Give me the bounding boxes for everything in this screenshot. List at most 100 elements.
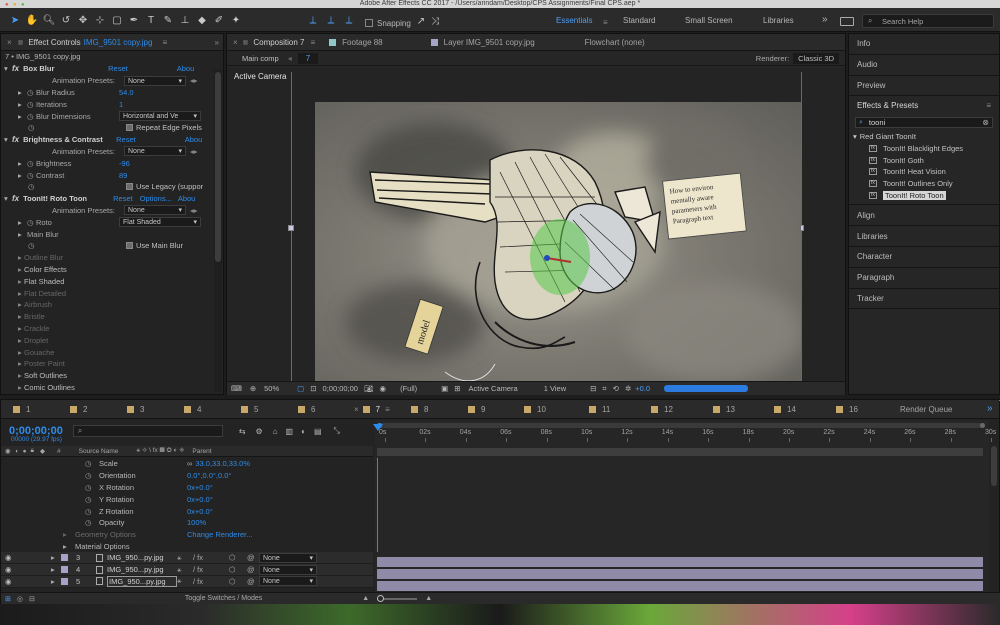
zoom-in-icon[interactable]: ▲: [425, 595, 432, 602]
effect-controls-tab[interactable]: × ▦ Effect Controls IMG_9501 copy.jpg ≡ …: [1, 34, 223, 51]
eraser-tool-icon[interactable]: ◆: [195, 13, 209, 27]
parent-pickwhip-icon[interactable]: @: [247, 577, 259, 586]
layer-search-input[interactable]: ⌕: [72, 425, 223, 437]
comp-frame[interactable]: How to environ mentally aware parameters…: [315, 102, 801, 382]
show-channel-icon[interactable]: ◉: [380, 384, 387, 393]
shy-layers-icon[interactable]: ⌂: [273, 427, 278, 436]
panel-item-tracker[interactable]: Tracker: [849, 289, 999, 310]
parent-header[interactable]: Parent: [192, 448, 211, 455]
eye-icon[interactable]: ◉: [5, 577, 19, 586]
motion-blur-toggle-icon[interactable]: ◐: [301, 427, 306, 436]
more-tabs-icon[interactable]: »: [987, 403, 993, 414]
disclosure-closed-icon[interactable]: ▸: [18, 230, 27, 239]
effect-preset-item[interactable]: fx ToonIt! Outlines Only: [849, 178, 999, 190]
roto-brush-tool-icon[interactable]: ✐: [212, 13, 226, 27]
disclosure-open-icon[interactable]: ▾: [4, 135, 12, 144]
close-tab-icon[interactable]: ×: [354, 405, 359, 414]
transform-property-value[interactable]: 0x+0.0°: [187, 495, 213, 504]
3d-layer-icon[interactable]: ⬡: [229, 577, 247, 586]
workspace-standard[interactable]: Standard: [623, 16, 655, 25]
pan-behind-tool-icon[interactable]: ⊹: [93, 13, 107, 27]
label-color-icon[interactable]: [61, 577, 68, 585]
timeline-tab-3[interactable]: 3: [127, 405, 144, 414]
stopwatch-icon[interactable]: ◷: [28, 182, 126, 191]
layer-name[interactable]: IMG_950...py.jpg: [107, 553, 177, 562]
fx-icon[interactable]: fx: [12, 135, 19, 144]
timeline-tab-14[interactable]: 14: [774, 405, 796, 414]
effect-subgroup[interactable]: ▸ Airbrush: [4, 299, 223, 311]
transform-property-value[interactable]: 0x+0.0°: [187, 507, 213, 516]
snapping-checkbox[interactable]: [365, 19, 373, 27]
current-time-indicator[interactable]: [377, 458, 378, 552]
frame-blending-icon[interactable]: ▥: [286, 427, 294, 436]
label-column-icon[interactable]: ◆: [40, 447, 45, 455]
camera-orbit-tool-icon[interactable]: ✥: [76, 13, 90, 27]
parent-dropdown[interactable]: None ▾: [259, 564, 317, 575]
quality-switch-icon[interactable]: / fx: [193, 565, 211, 574]
reset-exposure-icon[interactable]: ✲: [625, 384, 631, 393]
world-axis-icon[interactable]: ⟂: [324, 13, 338, 27]
timeline-tab-2[interactable]: 2: [70, 405, 87, 414]
local-axis-icon[interactable]: ⟂: [306, 13, 320, 27]
shy-switch-icon[interactable]: ⚹: [177, 565, 193, 575]
view-layout-dropdown[interactable]: 1 View: [544, 384, 566, 393]
property-dropdown[interactable]: Flat Shaded ▾: [119, 217, 201, 228]
transfer-controls-icon[interactable]: ◎: [17, 595, 23, 603]
quality-switch-icon[interactable]: / fx: [193, 577, 211, 586]
effect-subgroup[interactable]: ▸ Droplet: [4, 334, 223, 346]
shy-switch-icon[interactable]: ⚹: [177, 553, 193, 563]
scrollbar-thumb[interactable]: [991, 446, 997, 486]
fx-icon[interactable]: fx: [12, 64, 19, 73]
parent-pickwhip-icon[interactable]: @: [247, 565, 259, 574]
clear-search-icon[interactable]: ⊗: [982, 118, 989, 127]
rectangle-tool-icon[interactable]: ▢: [110, 13, 124, 27]
workspace-essentials[interactable]: Essentials: [556, 16, 592, 25]
property-value[interactable]: 89: [119, 171, 127, 180]
stopwatch-icon[interactable]: ◷: [85, 459, 99, 468]
close-tab-icon[interactable]: ×: [233, 38, 238, 47]
exposure-value[interactable]: +0.0: [635, 384, 650, 393]
effect-options-button[interactable]: Options...: [140, 194, 172, 203]
disclosure-closed-icon[interactable]: ▸: [18, 218, 27, 227]
view-axis-icon[interactable]: ⟂: [342, 13, 356, 27]
clone-stamp-tool-icon[interactable]: ⊥: [178, 13, 192, 27]
disclosure-closed-icon[interactable]: ▸: [51, 553, 61, 562]
in-out-panes-icon[interactable]: ⊟: [29, 595, 35, 603]
work-area-bar[interactable]: [377, 423, 985, 428]
panel-item-paragraph[interactable]: Paragraph: [849, 268, 999, 289]
timeline-tab-11[interactable]: 11: [589, 405, 610, 414]
timeline-tab-5[interactable]: 5: [241, 405, 258, 414]
fast-draft-icon[interactable]: ⌗: [602, 384, 606, 394]
close-tab-icon[interactable]: ×: [7, 38, 12, 47]
current-time-display[interactable]: 0;00;00;00: [323, 384, 358, 393]
label-color-icon[interactable]: [61, 554, 68, 562]
layer-row[interactable]: ◉ ▸ 3 IMG_950...py.jpg ⚹ / fx ⬡ @ None ▾: [1, 552, 373, 565]
property-dropdown[interactable]: Horizontal and Ve ▾: [119, 111, 201, 122]
timeline-tab-6[interactable]: 6: [298, 405, 315, 414]
effect-header[interactable]: ▾ fx ToonIt! Roto Toon Reset Options... Abou: [4, 193, 223, 205]
timeline-tab-8[interactable]: 8: [411, 405, 428, 414]
lock-switch-icon[interactable]: 🔒︎: [31, 447, 34, 455]
material-options-row[interactable]: ▸ Material Options: [1, 541, 373, 553]
draft-3d-icon[interactable]: ⚙: [256, 427, 263, 436]
layer-row[interactable]: ◉ ▸ 5 IMG_950...py.jpg ⚹ / fx ⬡ @ None ▾: [1, 575, 373, 588]
effect-preset-item[interactable]: fx ToonIt! Heat Vision: [849, 166, 999, 178]
resolution-dropdown[interactable]: (Full): [400, 384, 417, 393]
stopwatch-icon[interactable]: ◷: [27, 218, 36, 227]
stopwatch-icon[interactable]: ◷: [85, 518, 99, 527]
source-name-header[interactable]: Source Name: [79, 448, 119, 455]
effect-reset-button[interactable]: Reset: [116, 135, 136, 144]
shy-switch-icon[interactable]: ⚹: [177, 576, 193, 586]
snap-features-icon[interactable]: ⤨: [428, 14, 442, 28]
toggle-pixel-aspect-icon[interactable]: ⊟: [590, 384, 596, 393]
sync-settings-icon[interactable]: [840, 17, 854, 26]
motion-blur-icon[interactable]: ⟲: [613, 384, 619, 393]
timeline-tab-12[interactable]: 12: [651, 405, 673, 414]
timeline-tab-16[interactable]: 16: [836, 405, 858, 414]
disclosure-closed-icon[interactable]: ▸: [18, 171, 27, 180]
transform-property-value[interactable]: 0.0°,0.0°,0.0°: [187, 471, 231, 480]
effect-reset-button[interactable]: Reset: [113, 194, 133, 203]
transform-property-value[interactable]: 100%: [187, 518, 206, 527]
animation-presets-dropdown[interactable]: None ▾: [124, 146, 186, 157]
fx-icon[interactable]: fx: [12, 194, 19, 203]
